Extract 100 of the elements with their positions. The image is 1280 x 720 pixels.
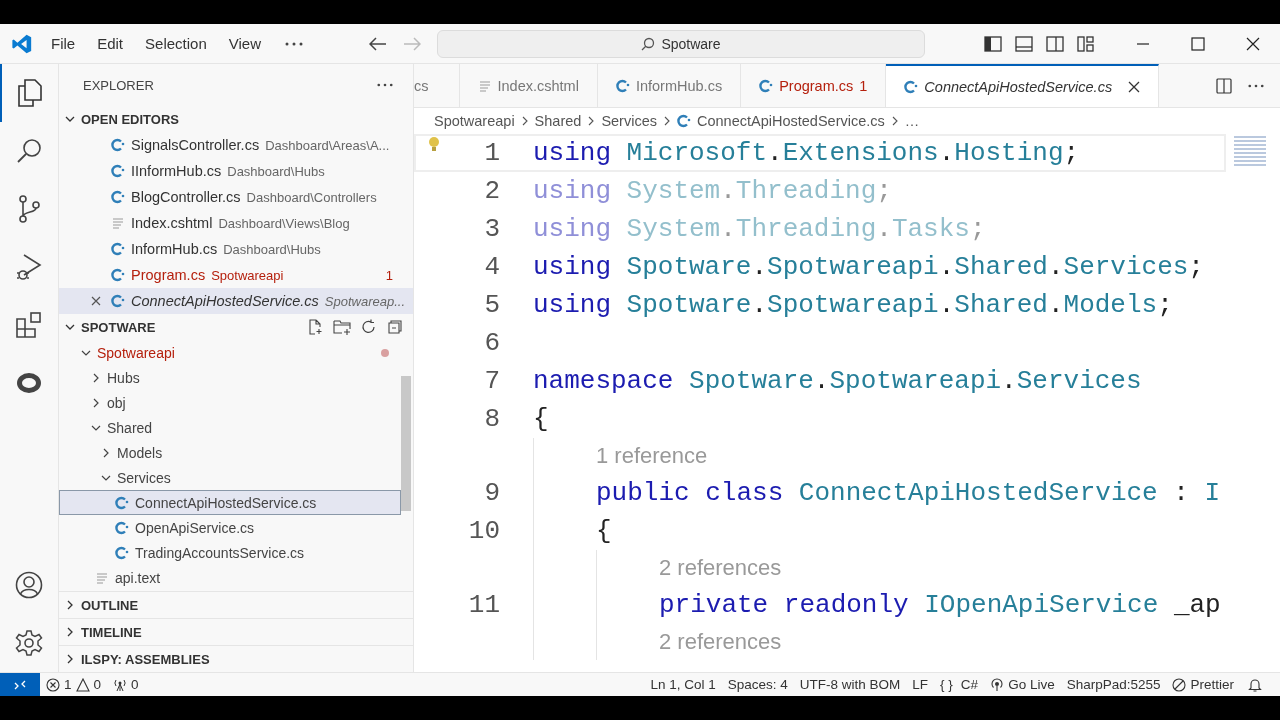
- new-folder-icon[interactable]: [333, 319, 351, 335]
- menu-item[interactable]: File: [51, 35, 76, 52]
- chevron-icon: [65, 627, 75, 637]
- close-icon[interactable]: [91, 296, 101, 306]
- code-line: private readonly IOpenApiService _ap: [659, 590, 1221, 620]
- editor-tab[interactable]: Index.cshtml: [459, 64, 598, 107]
- section-header[interactable]: SPOTWARE: [59, 314, 413, 340]
- panel-toggle-icon[interactable]: [1015, 35, 1033, 52]
- files-icon[interactable]: [17, 79, 43, 107]
- menu-item[interactable]: Selection: [145, 35, 207, 52]
- breadcrumb-item[interactable]: ConnectApiHostedService.cs: [677, 113, 885, 129]
- tree-item[interactable]: TradingAccountsService.cs: [59, 540, 401, 565]
- sidebar-toggle-icon[interactable]: [984, 35, 1002, 52]
- more-icon[interactable]: [1248, 83, 1264, 88]
- status-item[interactable]: Ln 1, Col 1: [650, 677, 716, 692]
- breadcrumb-item[interactable]: Services: [601, 113, 657, 129]
- extensions-icon[interactable]: [15, 311, 43, 339]
- notifications-icon[interactable]: [1248, 677, 1262, 692]
- tree-item[interactable]: Shared: [59, 415, 401, 440]
- problems-indicator[interactable]: 1 0: [46, 677, 102, 692]
- layout-icon[interactable]: [1077, 35, 1095, 52]
- collapse-all-icon[interactable]: [387, 319, 403, 335]
- chevron-icon: [65, 654, 75, 664]
- editor-tab[interactable]: cs: [414, 64, 460, 107]
- language-indicator[interactable]: { } C#: [940, 677, 979, 692]
- back-arrow-icon[interactable]: [369, 36, 387, 51]
- open-editor-item[interactable]: Program.cs Spotwareapi 1: [59, 262, 413, 288]
- text-file-icon: [477, 78, 492, 93]
- editor-tab[interactable]: InformHub.cs: [597, 64, 742, 107]
- run-debug-icon[interactable]: [16, 253, 42, 281]
- split-editor-icon[interactable]: [1216, 77, 1232, 94]
- code-line: using Microsoft.Extensions.Hosting;: [533, 138, 1080, 168]
- breadcrumb-item[interactable]: Spotwareapi: [434, 113, 515, 129]
- lightbulb-icon[interactable]: [428, 136, 440, 152]
- open-editor-item[interactable]: Index.cshtml Dashboard\Views\Blog: [59, 210, 413, 236]
- tree-item[interactable]: Hubs: [59, 365, 401, 390]
- settings-icon[interactable]: [15, 629, 43, 657]
- refresh-icon[interactable]: [361, 319, 377, 335]
- scrollbar-thumb[interactable]: [401, 376, 411, 511]
- more-icon[interactable]: [285, 41, 303, 46]
- line-number: 7: [483, 366, 500, 396]
- tree-item[interactable]: Spotwareapi: [59, 340, 401, 365]
- file-icon: [111, 190, 125, 204]
- breadcrumb-item[interactable]: Shared: [534, 113, 582, 129]
- tree-item[interactable]: Services: [59, 465, 401, 490]
- code-line: using System.Threading.Tasks;: [533, 214, 986, 244]
- code-line: using Spotware.Spotwareapi.Shared.Services;: [533, 252, 1204, 282]
- ring-logo-icon[interactable]: [17, 373, 41, 393]
- open-editor-item[interactable]: InformHub.cs Dashboard\Hubs: [59, 236, 413, 262]
- tree-item[interactable]: Models: [59, 440, 401, 465]
- menu-item[interactable]: Edit: [97, 35, 124, 52]
- open-editor-item[interactable]: ConnectApiHostedService.cs Spotwareap...: [59, 288, 413, 314]
- breadcrumb-item[interactable]: …: [904, 113, 920, 129]
- go-live-button[interactable]: Go Live: [990, 677, 1055, 692]
- line-number: 8: [483, 404, 500, 434]
- prettier-status[interactable]: Prettier: [1172, 677, 1234, 692]
- status-item[interactable]: Spaces: 4: [727, 677, 788, 692]
- code-line: {: [596, 516, 612, 546]
- code-line: namespace Spotware.Spotwareapi.Services: [533, 366, 1142, 396]
- remote-button[interactable]: [0, 672, 40, 697]
- search-field[interactable]: Spotware: [437, 29, 925, 58]
- tree-item[interactable]: OpenApiService.cs: [59, 515, 401, 540]
- more-icon[interactable]: [377, 83, 393, 87]
- split-layout-icon[interactable]: [1046, 35, 1064, 52]
- open-editor-item[interactable]: IInformHub.cs Dashboard\Hubs: [59, 158, 413, 184]
- status-item[interactable]: LF: [912, 677, 929, 692]
- tree-item[interactable]: api.text: [59, 565, 401, 590]
- file-icon: [115, 495, 129, 510]
- account-icon[interactable]: [15, 571, 43, 599]
- editor-tab[interactable]: ConnectApiHostedService.cs: [886, 64, 1160, 107]
- maximize-icon[interactable]: [1191, 36, 1205, 51]
- menu-item[interactable]: View: [228, 35, 261, 52]
- chevron-icon: [101, 447, 111, 458]
- file-icon: [615, 78, 630, 93]
- tree-item[interactable]: obj: [59, 390, 401, 415]
- ports-indicator[interactable]: 0: [113, 677, 139, 692]
- text-file-icon: [95, 570, 109, 585]
- file-icon: [111, 164, 125, 178]
- close-icon[interactable]: [1128, 80, 1141, 93]
- line-number: 11: [467, 590, 500, 620]
- close-icon[interactable]: [1246, 36, 1260, 51]
- status-item[interactable]: UTF-8 with BOM: [799, 677, 901, 692]
- section-header[interactable]: TIMELINE: [59, 618, 413, 645]
- file-icon: [111, 242, 125, 256]
- open-editor-item[interactable]: BlogController.cs Dashboard\Controllers: [59, 184, 413, 210]
- new-file-icon[interactable]: [307, 319, 323, 335]
- section-header[interactable]: OPEN EDITORS: [59, 106, 413, 132]
- status-item[interactable]: SharpPad:5255: [1066, 677, 1161, 692]
- section-header[interactable]: OUTLINE: [59, 591, 413, 618]
- chevron-icon: [91, 372, 101, 383]
- line-number: 5: [483, 290, 500, 320]
- chevron-icon: [663, 116, 671, 126]
- search-icon: [641, 36, 656, 51]
- open-editor-item[interactable]: SignalsController.cs Dashboard\Areas\A...: [59, 132, 413, 158]
- source-control-icon[interactable]: [17, 195, 41, 223]
- file-icon: [115, 520, 129, 535]
- line-number: 2: [483, 176, 500, 206]
- text-file-icon: [111, 216, 125, 230]
- search-icon[interactable]: [16, 138, 42, 164]
- tree-item[interactable]: ConnectApiHostedService.cs: [59, 490, 401, 515]
